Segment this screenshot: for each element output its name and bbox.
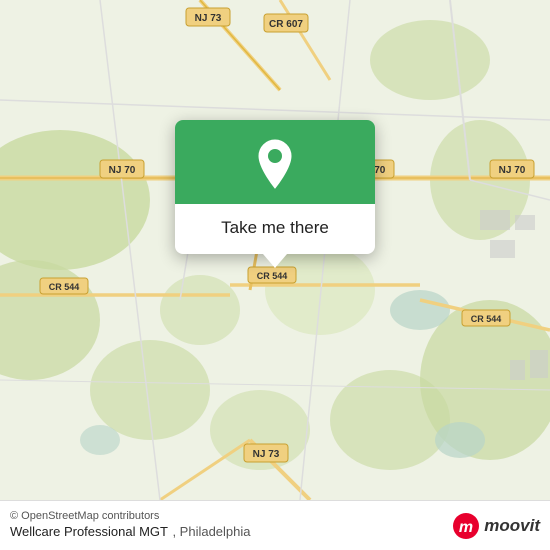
svg-text:NJ 70: NJ 70	[109, 165, 136, 176]
map-container: NJ 73 CR 607 NJ 70 NJ 70 NJ 70 20 CR 544…	[0, 0, 550, 500]
svg-text:CR 544: CR 544	[471, 314, 502, 324]
location-city: , Philadelphia	[172, 524, 250, 539]
svg-text:NJ 73: NJ 73	[253, 449, 280, 460]
location-pin-icon	[253, 138, 297, 190]
svg-text:CR 544: CR 544	[257, 271, 288, 281]
location-name: Wellcare Professional MGT	[10, 524, 168, 539]
svg-text:m: m	[459, 519, 473, 536]
moovit-m-icon: m	[452, 512, 480, 540]
svg-text:CR 607: CR 607	[269, 19, 303, 30]
popup-label[interactable]: Take me there	[175, 204, 375, 254]
take-me-there-button[interactable]: Take me there	[221, 218, 329, 238]
svg-text:NJ 70: NJ 70	[499, 165, 526, 176]
svg-text:CR 544: CR 544	[49, 282, 80, 292]
popup-arrow	[263, 254, 287, 268]
location-popup: Take me there	[175, 120, 375, 254]
osm-attribution: © OpenStreetMap contributors	[10, 510, 251, 522]
popup-header	[175, 120, 375, 204]
moovit-logo: m moovit	[452, 512, 540, 540]
moovit-brand-text: moovit	[484, 516, 540, 536]
location-label: Wellcare Professional MGT , Philadelphia	[10, 523, 251, 541]
bottom-location-info: © OpenStreetMap contributors Wellcare Pr…	[10, 510, 251, 541]
bottom-bar: © OpenStreetMap contributors Wellcare Pr…	[0, 500, 550, 550]
svg-text:NJ 73: NJ 73	[195, 13, 222, 24]
